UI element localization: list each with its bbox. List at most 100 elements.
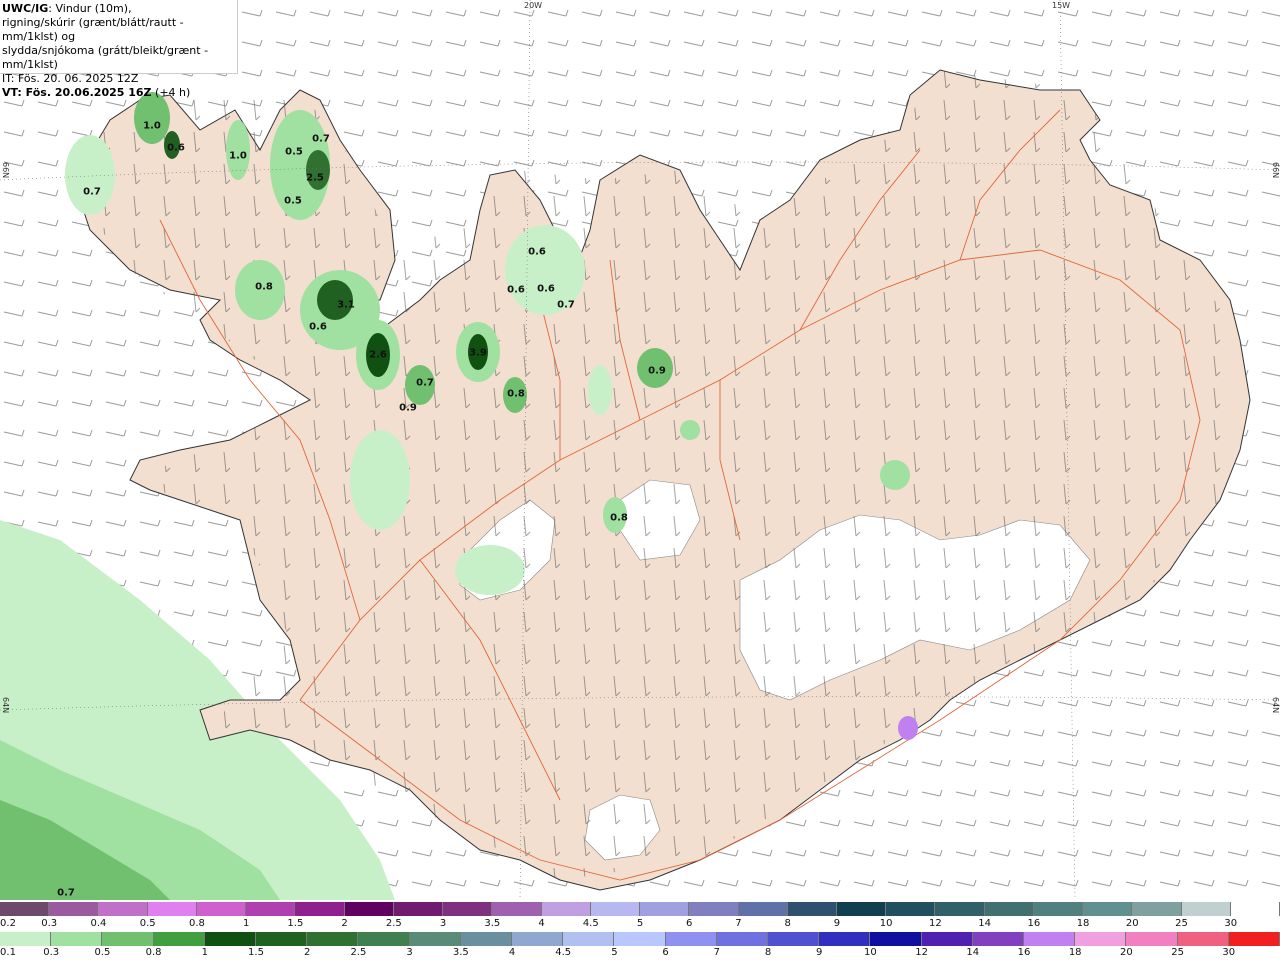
legend-label: 7 bbox=[713, 947, 720, 958]
legend-label: 6 bbox=[686, 918, 693, 929]
legend-label: 18 bbox=[1076, 918, 1090, 929]
legend-rain-swatch bbox=[665, 932, 717, 946]
legend-label: 3.5 bbox=[452, 947, 469, 958]
precip-value: 0.6 bbox=[309, 321, 327, 333]
precip-value: 0.8 bbox=[255, 281, 273, 293]
precip-value: 0.7 bbox=[83, 186, 101, 198]
title-desc-2: rigning/skúrir (grænt/blátt/rautt - mm/1… bbox=[2, 16, 184, 43]
lon-label-15w: 15W bbox=[1052, 1, 1071, 10]
legend-label: 14 bbox=[978, 918, 991, 929]
precip-value: 0.6 bbox=[537, 283, 555, 295]
legend-rain-swatch bbox=[870, 932, 922, 946]
legend-snow-swatch bbox=[492, 902, 542, 916]
legend-label: 2.5 bbox=[350, 947, 367, 958]
precip-value: 0.6 bbox=[507, 284, 525, 296]
precip-value: 3.1 bbox=[337, 299, 355, 311]
legend-label: 0.4 bbox=[90, 918, 107, 929]
legend-label: 4 bbox=[508, 947, 516, 958]
valid-time: VT: Fös. 20.06.2025 16Z bbox=[2, 86, 152, 99]
legend-rain-swatch bbox=[0, 932, 52, 946]
legend-rain-swatch bbox=[819, 932, 871, 946]
legend-label: 20 bbox=[1120, 947, 1133, 958]
legend-label: 8 bbox=[764, 947, 772, 958]
legend-label: 10 bbox=[879, 918, 893, 929]
legend-snow-swatch bbox=[344, 902, 394, 916]
legend-label: 0.8 bbox=[145, 947, 162, 958]
legend-snow-swatch bbox=[393, 902, 444, 916]
legend-snow-swatch bbox=[836, 902, 887, 916]
legend-snow-swatch bbox=[1181, 902, 1231, 916]
precip-value: 0.5 bbox=[285, 146, 303, 158]
legend-snow-swatch bbox=[1083, 902, 1133, 916]
legend-rain-swatch bbox=[153, 932, 205, 946]
legend-snow-swatch bbox=[1033, 902, 1084, 916]
precip-value: 2.5 bbox=[306, 172, 324, 184]
legend-label: 9 bbox=[833, 918, 841, 929]
legend-label: 3 bbox=[439, 918, 447, 929]
legend-rain-swatch bbox=[768, 932, 820, 946]
legend-label: 0.5 bbox=[139, 918, 156, 929]
legend-rain-swatch bbox=[1024, 932, 1076, 946]
precip-value: 0.7 bbox=[416, 377, 434, 389]
legend-label: 0.3 bbox=[43, 947, 60, 958]
legend-label: 1 bbox=[242, 918, 250, 929]
legend-snow-swatch bbox=[787, 902, 837, 916]
legend-rain-swatch bbox=[716, 932, 769, 946]
legend-snow-swatch bbox=[541, 902, 591, 916]
legend-label: 25 bbox=[1171, 947, 1184, 958]
legend-label: 7 bbox=[735, 918, 742, 929]
weather-map[interactable] bbox=[0, 0, 1280, 900]
legend-snow-swatch bbox=[984, 902, 1034, 916]
legend-label: 1 bbox=[201, 947, 208, 958]
legend-rain-swatch bbox=[921, 932, 973, 946]
legend-label: 0.1 bbox=[0, 947, 16, 958]
precip-value: 0.5 bbox=[284, 195, 302, 207]
legend-label: 18 bbox=[1068, 947, 1082, 958]
legend-label: 20 bbox=[1125, 918, 1139, 929]
legend-label: 2.5 bbox=[385, 918, 402, 929]
legend-snow-swatch bbox=[246, 902, 296, 916]
legend-label: 30 bbox=[1222, 947, 1236, 958]
precip-value: 0.6 bbox=[528, 246, 546, 258]
precip-value: 3.9 bbox=[469, 347, 487, 359]
legend-snow-swatch bbox=[1230, 902, 1280, 916]
legend-label: 2 bbox=[341, 918, 348, 929]
legend-snow-swatch bbox=[738, 902, 788, 916]
legend-label: 2 bbox=[304, 947, 311, 958]
precip-value: 2.6 bbox=[369, 349, 387, 361]
legend-label: 0.8 bbox=[188, 918, 205, 929]
legend-rain-swatch bbox=[256, 932, 308, 946]
precip-value: 0.9 bbox=[648, 365, 666, 377]
legend-label: 12 bbox=[929, 918, 942, 929]
legend-label: 16 bbox=[1027, 918, 1041, 929]
precip-value: 1.0 bbox=[143, 120, 161, 132]
legend-snow-labels: 0.2 0.3 0.4 0.5 0.8 1 1.5 2 2.5 3 3.5 4 4.5 5 6 7 8 9 10 12… bbox=[0, 918, 1280, 930]
precip-value: 0.7 bbox=[312, 133, 330, 145]
legend-rain-swatch bbox=[358, 932, 410, 946]
legend-label: 14 bbox=[966, 947, 980, 958]
legend-rain-swatch bbox=[1228, 932, 1280, 946]
legend-snow-swatch bbox=[0, 902, 50, 916]
legend-label: 4.5 bbox=[555, 947, 572, 958]
precip-value: 0.7 bbox=[557, 299, 575, 311]
precip-value: 1.0 bbox=[229, 150, 247, 162]
legend-label: 0.5 bbox=[94, 947, 111, 958]
title-line-1: UWC/IG: Vindur (10m), bbox=[2, 2, 237, 16]
legend-label: 5 bbox=[636, 918, 644, 929]
legend-label: 9 bbox=[816, 947, 823, 958]
legend-rain-swatch bbox=[1126, 932, 1178, 946]
legend-rain-swatch bbox=[51, 932, 103, 946]
legend-label: 1.5 bbox=[287, 918, 304, 929]
legend-label: 30 bbox=[1224, 918, 1238, 929]
lat-label-64n-left: 64N bbox=[1, 697, 10, 714]
legend-label: 4.5 bbox=[582, 918, 599, 929]
legend-snow-colorbar bbox=[0, 902, 1280, 916]
init-time: IT: Fös. 20. 06. 2025 12Z bbox=[2, 72, 139, 85]
lon-label-20w: 20W bbox=[524, 1, 543, 10]
legend-label: 5 bbox=[611, 947, 618, 958]
legend-rain-swatch bbox=[1075, 932, 1127, 946]
title-desc-3: slydda/snjókoma (grátt/bleikt/grænt - mm… bbox=[2, 44, 209, 71]
legend-snow-swatch bbox=[689, 902, 739, 916]
legend-rain-colorbar bbox=[0, 932, 1280, 946]
legend-snow-swatch bbox=[49, 902, 99, 916]
